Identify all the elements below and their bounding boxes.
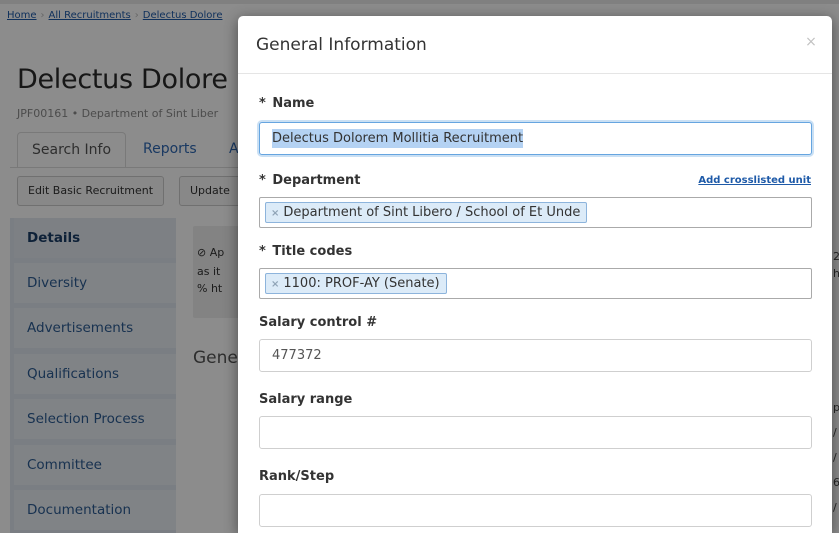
department-label-text: Department [272,173,361,188]
name-label-text: Name [272,96,315,111]
department-tag: × Department of Sint Libero / School of E… [265,202,588,223]
general-information-modal: General Information × * Name Delectus Do… [238,16,832,533]
name-label: * Name [259,96,314,111]
modal-header: General Information × [238,16,832,74]
required-marker: * [259,173,266,188]
close-icon[interactable]: × [802,33,820,51]
modal-title: General Information [256,35,427,55]
required-marker: * [259,244,266,259]
salary-range-label: Salary range [259,392,353,407]
name-input[interactable]: Delectus Dolorem Mollitia Recruitment [259,122,812,155]
department-tag-label: Department of Sint Libero / School of Et… [283,205,581,220]
rank-step-label: Rank/Step [259,469,335,484]
department-select[interactable]: × Department of Sint Libero / School of E… [259,197,812,228]
remove-tag-icon[interactable]: × [271,208,279,219]
salary-control-input[interactable]: 477372 [259,339,812,372]
remove-tag-icon[interactable]: × [271,279,279,290]
title-code-tag: × 1100: PROF-AY (Senate) [265,273,447,294]
rank-step-input[interactable] [259,494,812,527]
add-crosslisted-unit-link[interactable]: Add crosslisted unit [698,175,811,186]
department-label: * Department [259,173,361,188]
name-input-value: Delectus Dolorem Mollitia Recruitment [272,129,524,148]
title-codes-label-text: Title codes [272,244,353,259]
required-marker: * [259,96,266,111]
salary-range-input[interactable] [259,416,812,449]
title-codes-label: * Title codes [259,244,352,259]
title-code-tag-label: 1100: PROF-AY (Senate) [283,276,440,291]
salary-control-label: Salary control # [259,315,378,330]
title-codes-select[interactable]: × 1100: PROF-AY (Senate) [259,268,812,299]
